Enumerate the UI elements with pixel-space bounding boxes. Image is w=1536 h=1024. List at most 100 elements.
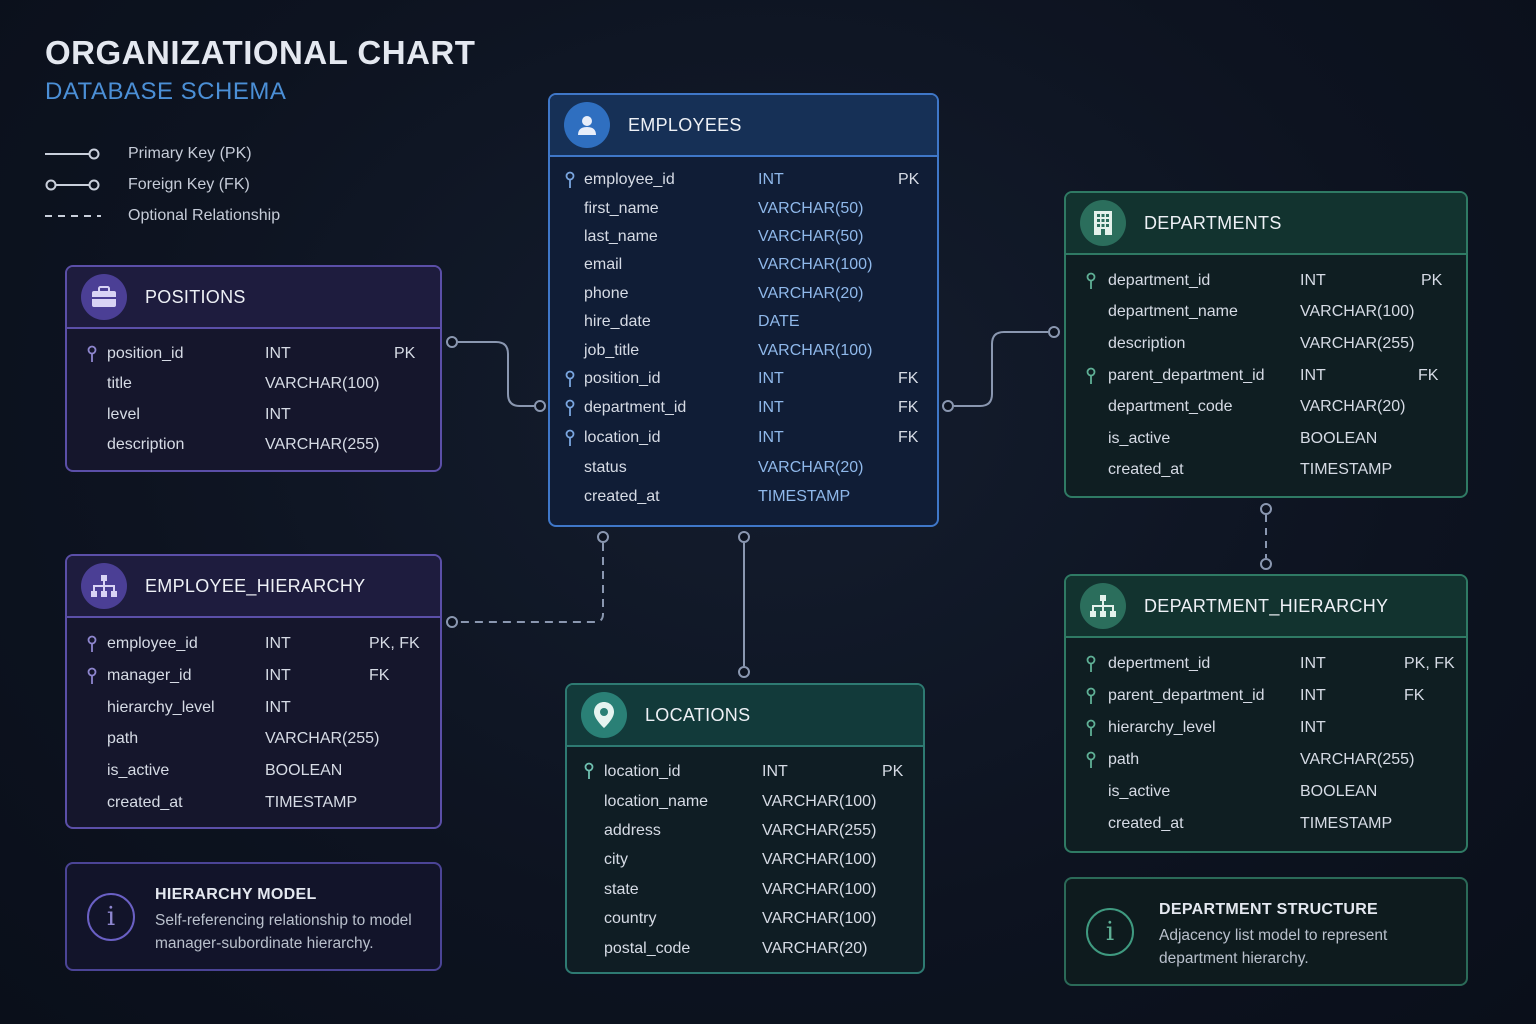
field-type: TIMESTAMP — [1300, 815, 1393, 832]
field-row[interactable]: created_at TIMESTAMP — [1066, 809, 1466, 839]
field-row[interactable]: is_active BOOLEAN — [1066, 777, 1466, 807]
field-name: email — [584, 256, 623, 273]
field-name: department_name — [1108, 303, 1238, 320]
field-name: created_at — [107, 794, 183, 811]
connector-end-circle — [1048, 326, 1060, 338]
note-title: HIERARCHY MODEL — [155, 886, 317, 903]
connector-employees-hierarchy — [458, 543, 604, 623]
table-header: DEPARTMENTS — [1066, 193, 1466, 255]
field-row[interactable]: description VARCHAR(255) — [1066, 329, 1466, 359]
field-type: TIMESTAMP — [758, 488, 851, 505]
table-employee-hierarchy[interactable]: EMPLOYEE_HIERARCHY employee_id INT PK, F… — [65, 554, 442, 829]
key-icon — [584, 762, 594, 779]
field-row[interactable]: hierarchy_level INT — [67, 693, 440, 723]
field-name: parent_department_id — [1108, 367, 1265, 384]
field-row[interactable]: department_id INT PK — [1066, 266, 1466, 296]
field-row[interactable]: job_title VARCHAR(100) — [550, 337, 937, 365]
key-icon — [87, 345, 97, 362]
field-row[interactable]: location_name VARCHAR(100) — [567, 787, 923, 816]
field-row[interactable]: title VARCHAR(100) — [67, 369, 440, 399]
table-header: EMPLOYEES — [550, 95, 937, 157]
table-department-hierarchy[interactable]: DEPARTMENT_HIERARCHY depertment_id INT P… — [1064, 574, 1468, 853]
field-type: VARCHAR(255) — [1300, 751, 1415, 768]
key-icon — [87, 635, 97, 652]
connector-end-circle — [738, 531, 750, 543]
table-header: EMPLOYEE_HIERARCHY — [67, 556, 440, 618]
field-type: INT — [1300, 687, 1326, 704]
table-title: DEPARTMENTS — [1144, 212, 1282, 233]
note-description: Self-referencing relationship to model m… — [155, 912, 412, 952]
field-name: city — [604, 851, 628, 868]
field-name: created_at — [584, 488, 660, 505]
field-row[interactable]: hierarchy_level INT — [1066, 713, 1466, 743]
field-row[interactable]: department_id INT FK — [550, 394, 937, 422]
field-row[interactable]: department_code VARCHAR(20) — [1066, 392, 1466, 422]
field-key: FK — [898, 370, 919, 387]
field-row[interactable]: path VARCHAR(255) — [1066, 745, 1466, 775]
table-positions[interactable]: POSITIONS position_id INT PK title VARCH… — [65, 265, 442, 472]
field-row[interactable]: position_id INT FK — [550, 365, 937, 393]
field-type: BOOLEAN — [1300, 430, 1378, 447]
field-row[interactable]: employee_id INT PK, FK — [67, 629, 440, 659]
field-row[interactable]: department_name VARCHAR(100) — [1066, 297, 1466, 327]
key-icon — [565, 171, 575, 188]
table-locations[interactable]: LOCATIONS location_id INT PK location_na… — [565, 683, 925, 974]
field-row[interactable]: created_at TIMESTAMP — [1066, 455, 1466, 485]
field-row[interactable]: is_active BOOLEAN — [67, 756, 440, 786]
field-row[interactable]: state VARCHAR(100) — [567, 875, 923, 904]
field-row[interactable]: parent_department_id INT FK — [1066, 681, 1466, 711]
field-name: position_id — [584, 370, 661, 387]
table-title: POSITIONS — [145, 286, 246, 307]
field-row[interactable]: path VARCHAR(255) — [67, 724, 440, 754]
field-row[interactable]: location_id INT FK — [550, 424, 937, 452]
field-row[interactable]: created_at TIMESTAMP — [67, 788, 440, 818]
field-row[interactable]: postal_code VARCHAR(20) — [567, 934, 923, 963]
field-row[interactable]: hire_date DATE — [550, 308, 937, 336]
field-key: FK — [1404, 687, 1425, 704]
field-row[interactable]: created_at TIMESTAMP — [550, 483, 937, 511]
field-row[interactable]: first_name VARCHAR(50) — [550, 195, 937, 223]
field-name: hierarchy_level — [1108, 719, 1216, 736]
legend-item-primary-key: Primary Key (PK) — [45, 138, 365, 169]
field-row[interactable]: location_id INT PK — [567, 757, 923, 786]
field-type: BOOLEAN — [265, 762, 343, 779]
field-type: VARCHAR(255) — [762, 822, 877, 839]
connector-end-circle — [1260, 503, 1272, 515]
dashed-line-icon — [45, 214, 101, 217]
connector-end-circle — [446, 336, 458, 348]
table-employees[interactable]: EMPLOYEES employee_id INT PK first_name … — [548, 93, 939, 527]
field-type: INT — [1300, 655, 1326, 672]
field-row[interactable]: city VARCHAR(100) — [567, 845, 923, 874]
field-row[interactable]: description VARCHAR(255) — [67, 430, 440, 460]
table-departments[interactable]: DEPARTMENTS department_id INT PK departm… — [1064, 191, 1468, 498]
field-type: VARCHAR(20) — [762, 940, 868, 957]
note-department-structure: i DEPARTMENT STRUCTURE Adjacency list mo… — [1064, 877, 1468, 986]
field-row[interactable]: address VARCHAR(255) — [567, 816, 923, 845]
field-type: VARCHAR(20) — [758, 459, 864, 476]
field-row[interactable]: email VARCHAR(100) — [550, 251, 937, 279]
field-name: department_code — [1108, 398, 1233, 415]
field-row[interactable]: level INT — [67, 400, 440, 430]
field-row[interactable]: manager_id INT FK — [67, 661, 440, 691]
field-name: phone — [584, 285, 629, 302]
field-row[interactable]: position_id INT PK — [67, 339, 440, 369]
field-row[interactable]: employee_id INT PK — [550, 166, 937, 194]
field-row[interactable]: last_name VARCHAR(50) — [550, 223, 937, 251]
field-name: created_at — [1108, 461, 1184, 478]
field-type: VARCHAR(20) — [1300, 398, 1406, 415]
field-row[interactable]: status VARCHAR(20) — [550, 454, 937, 482]
field-name: employee_id — [584, 171, 675, 188]
field-type: VARCHAR(100) — [762, 910, 877, 927]
field-row[interactable]: country VARCHAR(100) — [567, 904, 923, 933]
info-icon: i — [87, 892, 135, 941]
key-icon — [565, 370, 575, 387]
info-icon: i — [1086, 907, 1134, 956]
field-type: VARCHAR(20) — [758, 285, 864, 302]
field-row[interactable]: is_active BOOLEAN — [1066, 424, 1466, 454]
field-row[interactable]: depertment_id INT PK, FK — [1066, 649, 1466, 679]
field-key: PK — [1421, 272, 1443, 289]
field-name: employee_id — [107, 635, 198, 652]
field-key: PK — [882, 763, 904, 780]
field-row[interactable]: phone VARCHAR(20) — [550, 280, 937, 308]
field-row[interactable]: parent_department_id INT FK — [1066, 361, 1466, 391]
